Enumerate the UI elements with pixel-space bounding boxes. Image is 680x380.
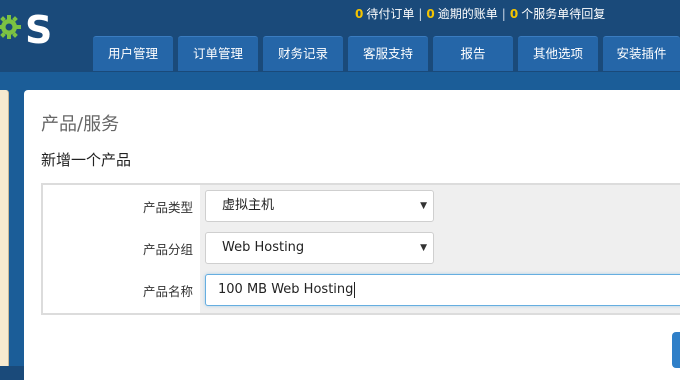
sidebar: [0, 90, 9, 366]
alert-overdue-invoices[interactable]: 0 逾期的账单: [426, 7, 497, 21]
product-type-value: 虚拟主机: [222, 198, 275, 213]
tab-utilities[interactable]: 其他选项: [518, 36, 598, 71]
product-type-select[interactable]: 虚拟主机 ▼: [205, 190, 434, 222]
tab-billing[interactable]: 财务记录: [263, 36, 343, 71]
caret-down-icon: ▼: [420, 201, 427, 211]
tab-reports[interactable]: 报告: [433, 36, 513, 71]
product-name-input[interactable]: 100 MB Web Hosting: [205, 274, 680, 306]
alert-separator: |: [418, 7, 423, 21]
alert-label: 逾期的账单: [437, 7, 498, 21]
alert-separator: |: [501, 7, 506, 21]
text-cursor: [354, 281, 356, 298]
tab-support[interactable]: 客服支持: [348, 36, 428, 71]
product-name-label: 产品名称: [142, 284, 193, 299]
content-panel: 产品/服务 新增一个产品 产品类型 虚拟主机 ▼ 产品分组 Web Hostin…: [24, 90, 680, 380]
product-group-value: Web Hosting: [222, 240, 305, 255]
main-nav: 用户管理 订单管理 财务记录 客服支持 报告 其他选项 安装插件: [0, 36, 680, 72]
tab-orders[interactable]: 订单管理: [178, 36, 258, 71]
product-name-value: 100 MB Web Hosting: [218, 282, 354, 297]
tab-addons[interactable]: 安装插件: [603, 36, 680, 71]
continue-button[interactable]: [672, 332, 680, 368]
alert-tickets-awaiting-reply[interactable]: 0 个服务单待回复: [510, 7, 605, 21]
alert-count: 0: [426, 7, 435, 21]
alert-label: 个服务单待回复: [521, 7, 606, 21]
product-type-label: 产品类型: [142, 200, 193, 215]
product-group-select[interactable]: Web Hosting ▼: [205, 232, 434, 264]
alert-label: 待付订单: [366, 7, 415, 21]
tab-clients[interactable]: 用户管理: [93, 36, 173, 71]
page-title: 产品/服务: [41, 114, 120, 135]
alert-count: 0: [355, 7, 364, 21]
alerts-bar: 0 待付订单 | 0 逾期的账单 | 0 个服务单待回复: [355, 4, 605, 24]
section-title: 新增一个产品: [41, 151, 132, 169]
top-header: S 0 待付订单 | 0 逾期的账单 | 0 个服务单待回复 用户管理 订单管理 财务记录 客…: [0, 0, 680, 78]
product-group-label: 产品分组: [142, 242, 193, 257]
alert-count: 0: [509, 7, 519, 21]
caret-down-icon: ▼: [420, 243, 427, 253]
alert-pending-orders[interactable]: 0 待付订单: [355, 7, 414, 21]
add-product-form: 产品类型 虚拟主机 ▼ 产品分组 Web Hosting ▼ 产品名称 100 …: [41, 183, 680, 315]
